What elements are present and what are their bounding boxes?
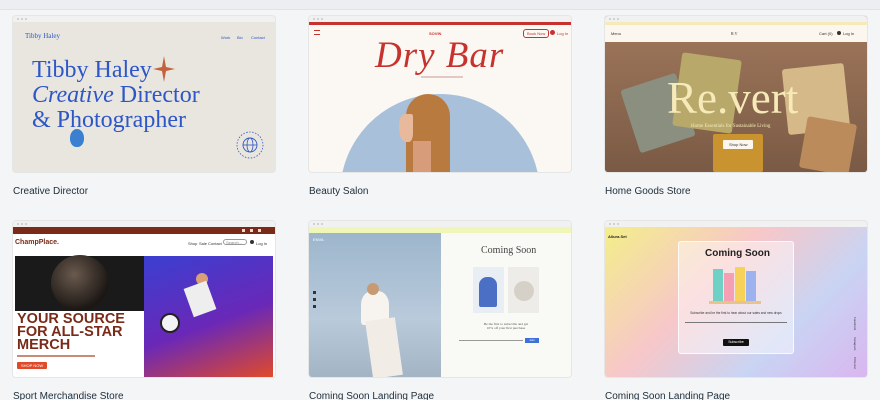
site-brand: Allura.Set	[608, 234, 627, 239]
site-search-box: Search...	[223, 239, 247, 245]
site-nav-sale: Sale	[199, 241, 208, 246]
site-brand: ENVA	[313, 237, 324, 242]
site-login: Log In	[256, 241, 268, 246]
site-mark: R.V	[731, 31, 738, 36]
book-now-button: Book Now	[523, 29, 550, 38]
template-card-home-goods[interactable]: Menu R.V Cart (0) Log In Re.vert Home Es…	[605, 16, 867, 197]
product-base	[709, 301, 761, 304]
ball-shape	[51, 255, 109, 311]
template-caption[interactable]: Sport Merchandise Store	[13, 391, 124, 400]
subscribe-button: Subscribe	[723, 339, 749, 346]
globe-badge-icon	[236, 131, 264, 159]
subscribe-text: Subscribe and be the first to hear about…	[690, 311, 782, 315]
template-caption[interactable]: Coming Soon Landing Page	[605, 391, 730, 400]
site-login: Log In	[557, 31, 569, 36]
site-tagline: Home Essentials for Sustainable Living	[691, 124, 771, 129]
photo-icon	[70, 129, 84, 147]
template-thumbnail[interactable]: ENVA Coming Soon Be the first to subscri…	[309, 221, 571, 377]
soccer-ball-icon	[160, 313, 180, 333]
site-headline: Re.vert	[667, 73, 799, 123]
browser-chrome	[13, 16, 275, 22]
join-button: Join	[525, 338, 539, 343]
template-caption[interactable]: Home Goods Store	[605, 186, 691, 197]
template-caption[interactable]: Beauty Salon	[309, 186, 369, 197]
neck-shape	[413, 141, 431, 172]
site-cart: Cart (0)	[819, 31, 833, 36]
template-thumbnail[interactable]: ChampPlace. Shop Sale Contact Search... …	[13, 221, 275, 377]
site-nav-bio: Bio	[237, 35, 243, 40]
template-thumbnail[interactable]: Allura.Set Coming Soon Subscribe and be …	[605, 221, 867, 377]
login-avatar-icon	[550, 30, 555, 35]
product-box	[724, 273, 734, 301]
face-shape	[399, 114, 413, 142]
social-icon	[250, 229, 253, 232]
social-icon	[313, 305, 316, 308]
email-input-line	[459, 340, 523, 341]
shop-now-button: Shop Now	[723, 140, 754, 149]
side-link-instagram: Instagram	[853, 337, 857, 351]
template-card-beauty-salon[interactable]: SOVIN Book Now Log In Dry Bar Beauty Sal…	[309, 16, 571, 197]
announcement-bar	[13, 227, 275, 234]
announcement-bar	[309, 22, 571, 25]
template-caption[interactable]: Coming Soon Landing Page	[309, 391, 434, 400]
subscribe-text: Be the first to subscribe and get 10% of…	[483, 322, 529, 330]
template-card-creative-director[interactable]: Tibby Haley Work Bio Contact Tibby Haley…	[13, 16, 275, 197]
side-link-pinterest: Pinterest	[853, 357, 857, 369]
site-nav-contact: Contact	[251, 35, 265, 40]
template-card-coming-soon-2[interactable]: Allura.Set Coming Soon Subscribe and be …	[605, 221, 867, 400]
product-box	[735, 267, 745, 301]
login-avatar-icon	[250, 240, 254, 244]
figure-head	[367, 283, 379, 295]
template-thumbnail[interactable]: Menu R.V Cart (0) Log In Re.vert Home Es…	[605, 16, 867, 172]
site-headline: Dry Bar	[375, 35, 505, 76]
social-icon	[313, 298, 316, 301]
shop-now-button: SHOP NOW	[17, 362, 48, 369]
menu-icon	[314, 30, 320, 35]
template-card-coming-soon-1[interactable]: ENVA Coming Soon Be the first to subscri…	[309, 221, 571, 400]
product-box	[713, 269, 723, 301]
site-nav-shop: Shop	[188, 241, 198, 246]
email-input-line	[685, 322, 787, 323]
product-box	[746, 271, 756, 301]
social-icon	[313, 291, 316, 294]
site-login: Log In	[843, 31, 855, 36]
site-logo: ChampPlace.	[15, 239, 59, 246]
soap-bar-brown	[798, 116, 858, 172]
browser-chrome	[605, 221, 867, 227]
template-thumbnail[interactable]: SOVIN Book Now Log In Dry Bar	[309, 16, 571, 172]
site-menu: Menu	[611, 31, 622, 36]
subtitle-line	[421, 76, 463, 78]
site-logo: Tibby Haley	[25, 32, 60, 40]
site-nav-contact: Contact	[208, 241, 222, 246]
template-card-sport-merch[interactable]: ChampPlace. Shop Sale Contact Search... …	[13, 221, 275, 400]
social-icon	[242, 229, 245, 232]
template-thumbnail[interactable]: Tibby Haley Work Bio Contact Tibby Haley…	[13, 16, 275, 172]
side-link-facebook: Facebook	[853, 317, 857, 331]
site-headline: Coming Soon	[481, 245, 537, 256]
subtitle-line	[17, 355, 95, 357]
product-figure	[479, 277, 497, 307]
sparkle-icon	[153, 56, 175, 82]
top-toolbar-strip	[0, 0, 880, 10]
product-fabric	[514, 281, 534, 301]
template-caption[interactable]: Creative Director	[13, 186, 88, 197]
site-headline: Coming Soon	[705, 248, 770, 259]
site-nav-work: Work	[221, 35, 231, 40]
login-avatar-icon	[837, 31, 841, 35]
social-icon	[258, 229, 261, 232]
site-headline: YOUR SOURCE FOR ALL-STAR MERCH	[17, 311, 125, 353]
